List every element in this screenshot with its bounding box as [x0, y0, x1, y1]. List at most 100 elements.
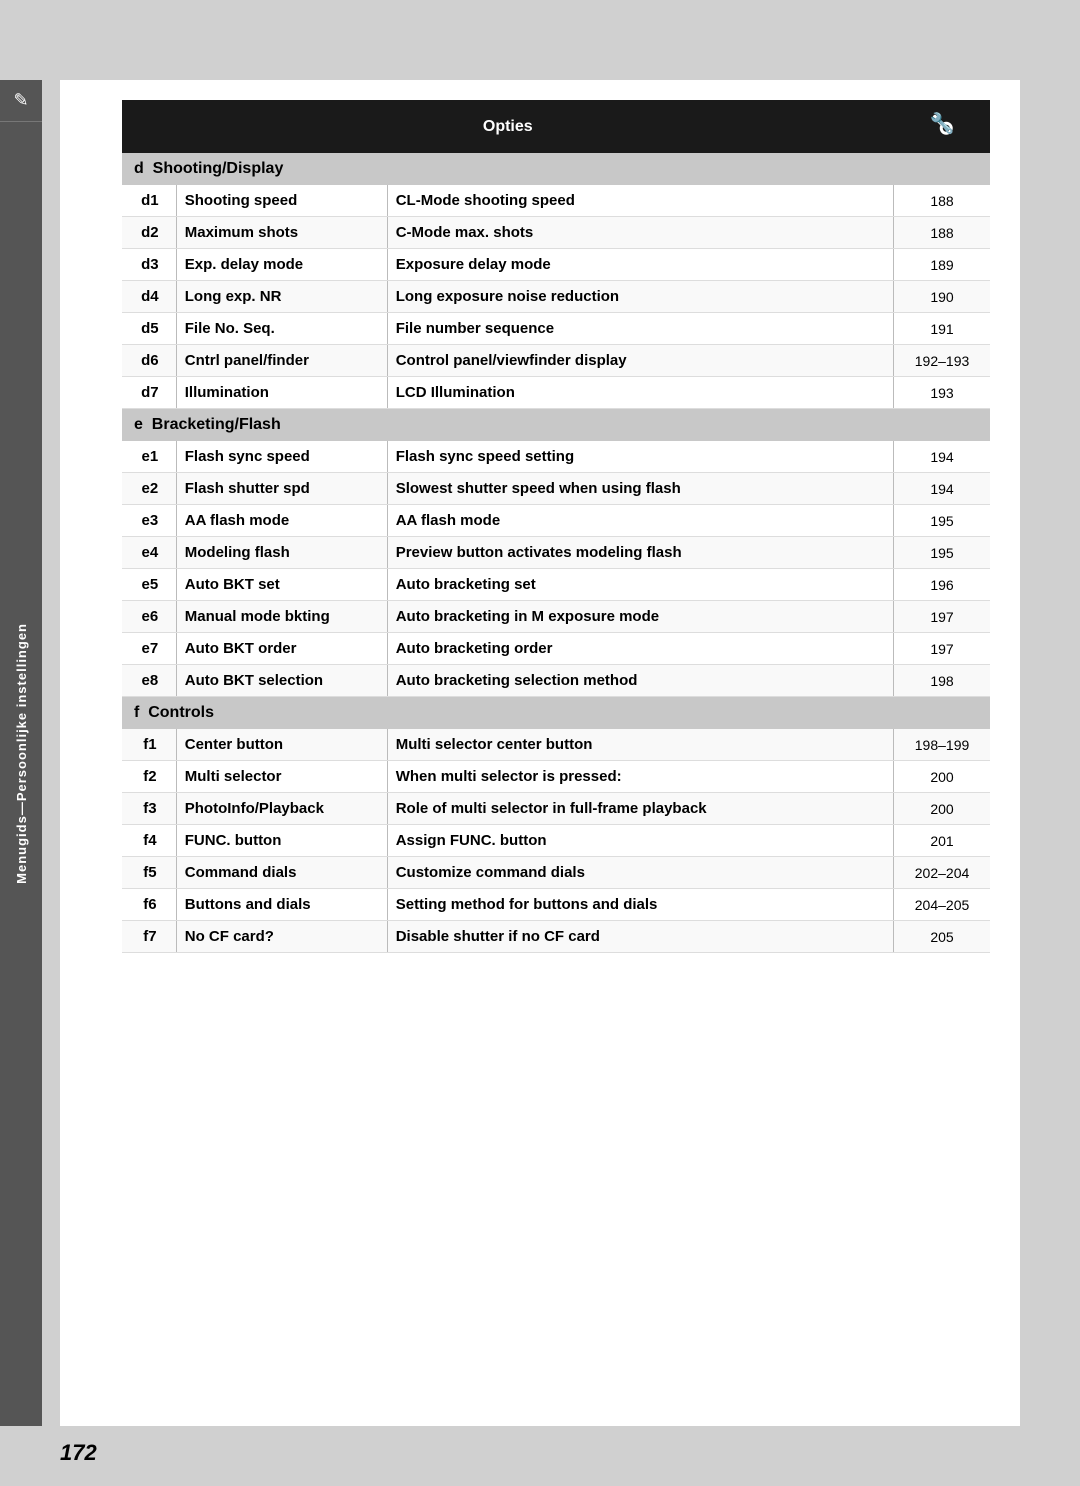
code-cell-e5: e5 — [122, 569, 176, 601]
short-name-e2: Flash shutter spd — [176, 473, 387, 505]
content-area: Opties 🔧 d Shooting/Displayd1Shooting sp… — [102, 80, 1020, 1426]
page-ref-f1: 198–199 — [894, 729, 990, 761]
description-e4: Preview button activates modeling flash — [387, 537, 893, 569]
page-ref-d4: 190 — [894, 281, 990, 313]
short-name-d6: Cntrl panel/finder — [176, 345, 387, 377]
options-header: Opties — [122, 100, 894, 153]
page-ref-e7: 197 — [894, 633, 990, 665]
page-ref-e1: 194 — [894, 441, 990, 473]
description-e5: Auto bracketing set — [387, 569, 893, 601]
description-e6: Auto bracketing in M exposure mode — [387, 601, 893, 633]
short-name-e1: Flash sync speed — [176, 441, 387, 473]
code-cell-d5: d5 — [122, 313, 176, 345]
code-cell-d1: d1 — [122, 185, 176, 217]
page-ref-e5: 196 — [894, 569, 990, 601]
short-name-f7: No CF card? — [176, 921, 387, 953]
code-cell-d4: d4 — [122, 281, 176, 313]
table-row: f1Center buttonMulti selector center but… — [122, 729, 990, 761]
description-e8: Auto bracketing selection method — [387, 665, 893, 697]
short-name-d1: Shooting speed — [176, 185, 387, 217]
description-e1: Flash sync speed setting — [387, 441, 893, 473]
section-row-f: f Controls — [122, 697, 990, 730]
table-row: d1Shooting speedCL-Mode shooting speed18… — [122, 185, 990, 217]
short-name-f2: Multi selector — [176, 761, 387, 793]
short-name-e6: Manual mode bkting — [176, 601, 387, 633]
code-cell-f4: f4 — [122, 825, 176, 857]
table-row: e3AA flash modeAA flash mode195 — [122, 505, 990, 537]
main-table: Opties 🔧 d Shooting/Displayd1Shooting sp… — [122, 100, 990, 953]
table-row: d3Exp. delay modeExposure delay mode189 — [122, 249, 990, 281]
description-f3: Role of multi selector in full-frame pla… — [387, 793, 893, 825]
short-name-f5: Command dials — [176, 857, 387, 889]
table-row: f7No CF card?Disable shutter if no CF ca… — [122, 921, 990, 953]
code-cell-e6: e6 — [122, 601, 176, 633]
page-content: Opties 🔧 d Shooting/Displayd1Shooting sp… — [60, 80, 1020, 1426]
description-d2: C-Mode max. shots — [387, 217, 893, 249]
description-f2: When multi selector is pressed: — [387, 761, 893, 793]
page-ref-d3: 189 — [894, 249, 990, 281]
code-cell-f1: f1 — [122, 729, 176, 761]
side-tab-text: Menugids—Persoonlijke instellingen — [14, 623, 29, 884]
table-row: f3PhotoInfo/PlaybackRole of multi select… — [122, 793, 990, 825]
short-name-e3: AA flash mode — [176, 505, 387, 537]
short-name-e8: Auto BKT selection — [176, 665, 387, 697]
code-cell-f3: f3 — [122, 793, 176, 825]
table-row: f2Multi selectorWhen multi selector is p… — [122, 761, 990, 793]
page-ref-e8: 198 — [894, 665, 990, 697]
description-d6: Control panel/viewfinder display — [387, 345, 893, 377]
code-cell-e1: e1 — [122, 441, 176, 473]
page-ref-f2: 200 — [894, 761, 990, 793]
short-name-f3: PhotoInfo/Playback — [176, 793, 387, 825]
page-ref-e3: 195 — [894, 505, 990, 537]
table-row: e1Flash sync speedFlash sync speed setti… — [122, 441, 990, 473]
page-ref-e2: 194 — [894, 473, 990, 505]
page-ref-f5: 202–204 — [894, 857, 990, 889]
page-ref-d2: 188 — [894, 217, 990, 249]
section-row-d: d Shooting/Display — [122, 153, 990, 185]
page-ref-d6: 192–193 — [894, 345, 990, 377]
page-ref-e6: 197 — [894, 601, 990, 633]
code-cell-e2: e2 — [122, 473, 176, 505]
page-ref-f6: 204–205 — [894, 889, 990, 921]
short-name-e7: Auto BKT order — [176, 633, 387, 665]
description-d7: LCD Illumination — [387, 377, 893, 409]
description-d5: File number sequence — [387, 313, 893, 345]
short-name-d7: Illumination — [176, 377, 387, 409]
code-cell-e8: e8 — [122, 665, 176, 697]
table-row: e8Auto BKT selectionAuto bracketing sele… — [122, 665, 990, 697]
table-row: f6Buttons and dialsSetting method for bu… — [122, 889, 990, 921]
description-e2: Slowest shutter speed when using flash — [387, 473, 893, 505]
pencil-icon: ✎ — [13, 90, 28, 111]
description-f5: Customize command dials — [387, 857, 893, 889]
short-name-d4: Long exp. NR — [176, 281, 387, 313]
table-row: d5File No. Seq.File number sequence191 — [122, 313, 990, 345]
code-cell-d6: d6 — [122, 345, 176, 377]
section-label-f: f Controls — [122, 697, 990, 730]
code-cell-d7: d7 — [122, 377, 176, 409]
table-row: d4Long exp. NRLong exposure noise reduct… — [122, 281, 990, 313]
description-d3: Exposure delay mode — [387, 249, 893, 281]
table-row: d2Maximum shotsC-Mode max. shots188 — [122, 217, 990, 249]
section-label-e: e Bracketing/Flash — [122, 409, 990, 442]
page-ref-f3: 200 — [894, 793, 990, 825]
short-name-f6: Buttons and dials — [176, 889, 387, 921]
table-row: e6Manual mode bktingAuto bracketing in M… — [122, 601, 990, 633]
table-row: f4FUNC. buttonAssign FUNC. button201 — [122, 825, 990, 857]
table-header-row: Opties 🔧 — [122, 100, 990, 153]
wrench-header-cell: 🔧 — [894, 100, 990, 153]
description-f4: Assign FUNC. button — [387, 825, 893, 857]
code-cell-d3: d3 — [122, 249, 176, 281]
code-cell-e4: e4 — [122, 537, 176, 569]
code-cell-f6: f6 — [122, 889, 176, 921]
short-name-f4: FUNC. button — [176, 825, 387, 857]
table-row: e2Flash shutter spdSlowest shutter speed… — [122, 473, 990, 505]
code-cell-d2: d2 — [122, 217, 176, 249]
code-cell-f2: f2 — [122, 761, 176, 793]
svg-text:🔧: 🔧 — [929, 111, 954, 135]
page-number: 172 — [60, 1440, 97, 1466]
description-e7: Auto bracketing order — [387, 633, 893, 665]
table-row: e7Auto BKT orderAuto bracketing order197 — [122, 633, 990, 665]
short-name-d2: Maximum shots — [176, 217, 387, 249]
page-ref-e4: 195 — [894, 537, 990, 569]
table-row: d6Cntrl panel/finderControl panel/viewfi… — [122, 345, 990, 377]
